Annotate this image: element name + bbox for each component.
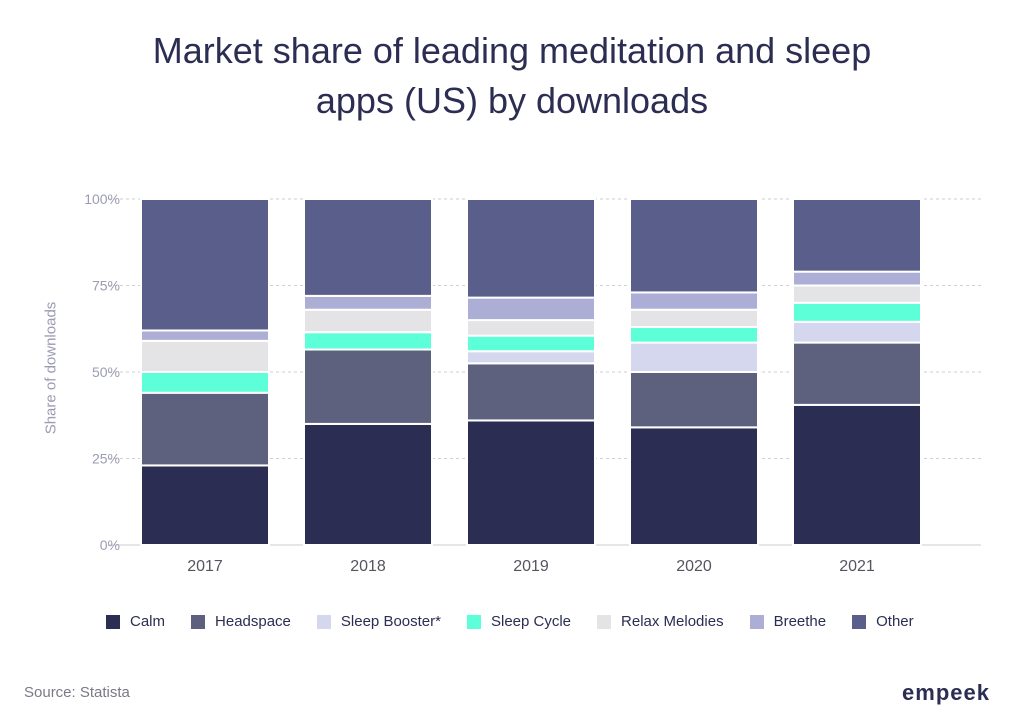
legend-item: Sleep Booster* [316, 613, 441, 630]
x-tick-labels: 2017 2018 2019 2020 2021 [187, 558, 875, 575]
bar-segment-sleep-booster [629, 341, 759, 373]
legend-swatch [597, 614, 612, 629]
legend-label: Other [876, 613, 914, 630]
bar-stack-2018 [303, 198, 433, 546]
x-tick-label: 2017 [187, 558, 223, 575]
x-tick-label: 2021 [839, 558, 875, 575]
bar-segment-calm [792, 403, 922, 546]
legend-item: Other [852, 613, 914, 630]
bar-segment-sleep-cycle [792, 301, 922, 323]
y-tick-label: 50% [92, 364, 120, 380]
bar-segment-breethe [629, 291, 759, 311]
legend-swatch [852, 614, 867, 629]
legend-item: Sleep Cycle [466, 613, 572, 630]
bar-segment-relax-melodies [303, 308, 433, 334]
bar-stack-2019 [466, 198, 596, 546]
empeek-logo: empeek [902, 680, 990, 705]
bar-segment-calm [629, 426, 759, 546]
legend-item: Headspace [191, 613, 291, 630]
y-axis-label: Share of downloads [42, 301, 60, 435]
bar-segment-other [140, 198, 270, 332]
bar-segment-breethe [140, 329, 270, 342]
y-tick-label: 0% [100, 537, 120, 553]
legend-label: Sleep Cycle [490, 613, 572, 630]
legend: Calm Headspace Sleep Booster* Sleep Cycle Re… [106, 613, 914, 630]
bar-segment-headspace [466, 362, 596, 422]
bar-segment-other [466, 198, 596, 299]
bar-segment-relax-melodies [466, 319, 596, 337]
bar-segment-calm [303, 422, 433, 546]
bar-segment-headspace [629, 371, 759, 429]
y-tick-label: 100% [84, 191, 120, 207]
legend-swatch [316, 614, 331, 629]
legend-item: Calm [106, 613, 165, 630]
bar-stack-2021 [792, 198, 922, 546]
bar-stack-2017 [140, 198, 270, 547]
legend-label: Relax Melodies [621, 613, 724, 630]
x-tick-label: 2018 [350, 558, 386, 575]
x-tick-label: 2020 [676, 558, 712, 575]
y-tick-label: 25% [92, 451, 120, 467]
bar-segment-breethe [303, 294, 433, 311]
legend-label: Calm [130, 613, 166, 630]
bar-segment-sleep-booster [466, 350, 596, 365]
y-tick-labels: 0% 25% 50% 75% 100% [84, 191, 120, 553]
y-tick-label: 75% [92, 278, 120, 294]
bar-segment-other [303, 198, 433, 297]
legend-swatch [749, 614, 764, 629]
bar-stack-2020 [629, 198, 759, 546]
bar-segment-headspace [303, 348, 433, 425]
legend-swatch [466, 614, 481, 629]
bar-segment-sleep-cycle [303, 331, 433, 351]
bar-segment-headspace [140, 391, 270, 467]
bar-segment-sleep-cycle [466, 334, 596, 353]
bar-segment-calm [140, 464, 270, 547]
legend-swatch [106, 614, 120, 629]
bar-segment-relax-melodies [792, 284, 922, 304]
bar-segment-breethe [792, 270, 922, 287]
legend-item: Relax Melodies [597, 613, 724, 630]
bar-segment-sleep-cycle [629, 326, 759, 344]
bar-segment-other [629, 198, 759, 294]
bar-segment-sleep-cycle [140, 371, 270, 394]
bar-segment-relax-melodies [629, 308, 759, 329]
bar-segment-sleep-booster [792, 320, 922, 344]
bars [140, 198, 922, 547]
bar-segment-calm [466, 419, 596, 546]
legend-label: Sleep Booster* [340, 613, 441, 630]
legend-item: Breethe [749, 613, 827, 630]
legend-label: Breethe [773, 613, 827, 630]
bar-segment-relax-melodies [140, 339, 270, 373]
legend-swatch [191, 614, 206, 629]
bar-segment-other [792, 198, 922, 273]
source-note: Source: Statista [24, 684, 130, 701]
bar-segment-breethe [466, 296, 596, 322]
x-tick-label: 2019 [513, 558, 549, 575]
legend-label: Headspace [215, 613, 291, 630]
bar-segment-headspace [792, 341, 922, 406]
